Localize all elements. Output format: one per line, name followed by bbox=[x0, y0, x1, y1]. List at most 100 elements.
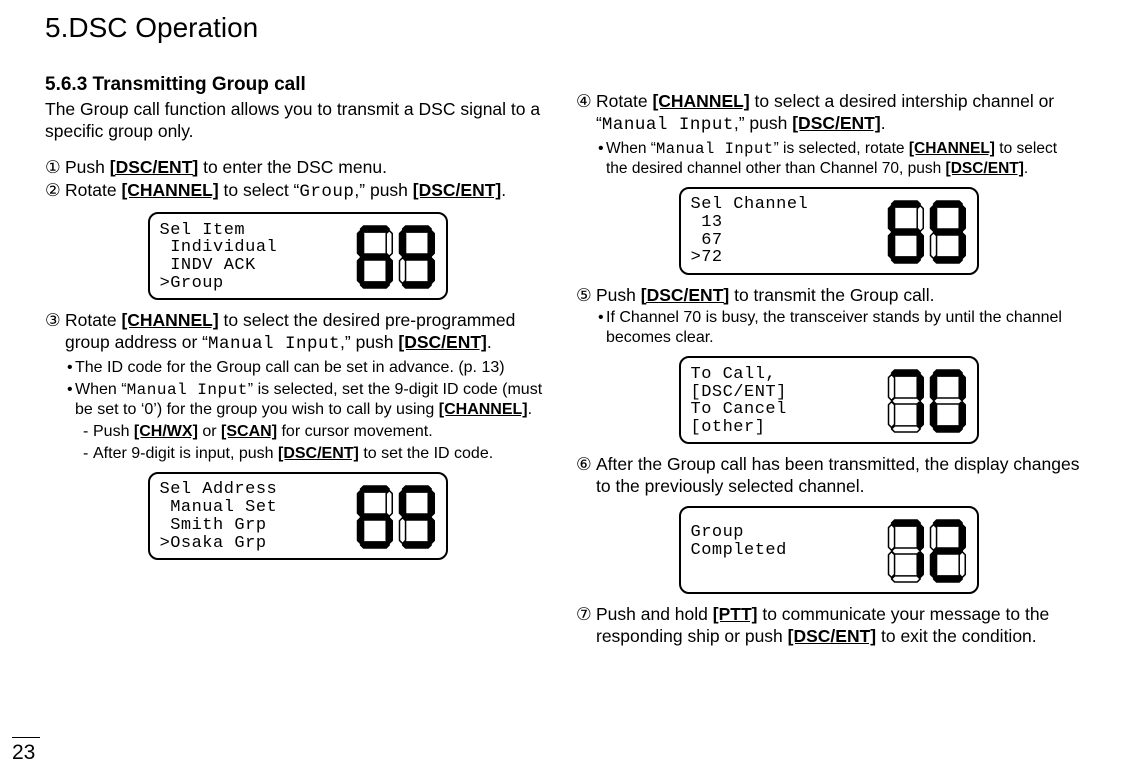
seven-segment-digit bbox=[929, 367, 967, 435]
lcd-display-5: Group Completed bbox=[679, 506, 979, 594]
seven-segment-digit bbox=[398, 483, 436, 551]
lcd-text: Sel Item Individual INDV ACK ˃Group bbox=[160, 222, 278, 293]
channel-key: [CHANNEL] bbox=[121, 180, 218, 200]
lcd-text: Sel Channel 13 67 ˃72 bbox=[691, 196, 809, 267]
bullet-dot: • bbox=[596, 139, 606, 179]
text: If Channel 70 is busy, the transceiver s… bbox=[606, 308, 1081, 348]
ptt-key: [PTT] bbox=[713, 604, 758, 624]
text: . bbox=[881, 113, 886, 133]
channel-key: [CHANNEL] bbox=[121, 310, 218, 330]
text: to select “ bbox=[219, 180, 300, 200]
lcd-display-4: To Call, [DSC/ENT] To Cancel [other] bbox=[679, 356, 979, 444]
mono-group: Group bbox=[299, 182, 354, 202]
step-2: ② Rotate [CHANNEL] to select “Group,” pu… bbox=[45, 180, 550, 204]
step-number: ⑥ bbox=[576, 454, 596, 498]
lcd-text: To Call, [DSC/ENT] To Cancel [other] bbox=[691, 366, 787, 437]
dash-item: - After 9-digit is input, push [DSC/ENT]… bbox=[75, 444, 550, 464]
step-1: ① Push [DSC/ENT] to enter the DSC menu. bbox=[45, 157, 550, 179]
text: or bbox=[198, 423, 221, 440]
text: to set the ID code. bbox=[359, 445, 493, 462]
lcd-channel-number bbox=[887, 198, 967, 266]
text: When “ bbox=[606, 140, 656, 157]
text: . bbox=[487, 332, 492, 352]
step-number: ⑦ bbox=[576, 604, 596, 648]
text: to exit the condition. bbox=[876, 626, 1037, 646]
dsc-ent-key: [DSC/ENT] bbox=[110, 157, 198, 177]
text: . bbox=[1024, 160, 1028, 177]
step-3: ③ Rotate [CHANNEL] to select the desired… bbox=[45, 310, 550, 464]
text: for cursor movement. bbox=[277, 423, 433, 440]
text: to enter the DSC menu. bbox=[198, 157, 387, 177]
step-number: ③ bbox=[45, 310, 65, 464]
dsc-ent-key: [DSC/ENT] bbox=[641, 285, 729, 305]
lcd-display-3: Sel Channel 13 67 ˃72 bbox=[679, 187, 979, 275]
text: After 9-digit is input, push bbox=[93, 445, 278, 462]
dash: - bbox=[83, 422, 93, 442]
right-column: ④ Rotate [CHANNEL] to select a desired i… bbox=[576, 73, 1081, 648]
dash-item: - Push [CH/WX] or [SCAN] for cursor move… bbox=[75, 422, 550, 442]
step-number: ② bbox=[45, 180, 65, 204]
channel-key: [CHANNEL] bbox=[652, 91, 749, 111]
page-number: 23 bbox=[12, 737, 40, 766]
text: After the Group call has been transmitte… bbox=[596, 454, 1081, 498]
bullet: • If Channel 70 is busy, the transceiver… bbox=[596, 308, 1081, 348]
seven-segment-digit bbox=[887, 367, 925, 435]
text: Rotate bbox=[596, 91, 652, 111]
chwx-key: [CH/WX] bbox=[134, 423, 198, 440]
dsc-ent-key: [DSC/ENT] bbox=[413, 180, 501, 200]
bullet: • When “Manual Input” is selected, set t… bbox=[65, 380, 550, 464]
lcd-display-2: Sel Address Manual Set Smith Grp ˃Osaka … bbox=[148, 472, 448, 560]
text: . bbox=[528, 401, 532, 418]
channel-key: [CHANNEL] bbox=[439, 401, 528, 418]
text: ,” push bbox=[354, 180, 412, 200]
dsc-ent-key: [DSC/ENT] bbox=[792, 113, 880, 133]
text: Rotate bbox=[65, 180, 121, 200]
channel-key: [CHANNEL] bbox=[909, 140, 995, 157]
lcd-channel-number bbox=[356, 223, 436, 291]
text: Push bbox=[93, 423, 134, 440]
text: Push and hold bbox=[596, 604, 713, 624]
seven-segment-digit bbox=[887, 198, 925, 266]
lcd-display-1: Sel Item Individual INDV ACK ˃Group bbox=[148, 212, 448, 300]
mono-manual-input: Manual Input bbox=[127, 381, 248, 399]
intro-text: The Group call function allows you to tr… bbox=[45, 99, 550, 143]
step-number: ④ bbox=[576, 91, 596, 179]
bullet-dot: • bbox=[596, 308, 606, 348]
bullet-dot: • bbox=[65, 358, 75, 378]
lcd-channel-number bbox=[356, 483, 436, 551]
seven-segment-digit bbox=[929, 198, 967, 266]
lcd-channel-number bbox=[887, 517, 967, 585]
dsc-ent-key: [DSC/ENT] bbox=[278, 445, 359, 462]
seven-segment-digit bbox=[887, 517, 925, 585]
dsc-ent-key: [DSC/ENT] bbox=[788, 626, 876, 646]
text: . bbox=[501, 180, 506, 200]
dash: - bbox=[83, 444, 93, 464]
step-7: ⑦ Push and hold [PTT] to communicate you… bbox=[576, 604, 1081, 648]
text: Rotate bbox=[65, 310, 121, 330]
seven-segment-digit bbox=[356, 223, 394, 291]
mono-manual-input: Manual Input bbox=[602, 115, 734, 135]
bullet-dot: • bbox=[65, 380, 75, 464]
seven-segment-digit bbox=[398, 223, 436, 291]
step-4: ④ Rotate [CHANNEL] to select a desired i… bbox=[576, 91, 1081, 179]
text: Push bbox=[596, 285, 641, 305]
text: The ID code for the Group call can be se… bbox=[75, 358, 550, 378]
lcd-text: Group Completed bbox=[691, 524, 787, 578]
step-6: ⑥ After the Group call has been transmit… bbox=[576, 454, 1081, 498]
text: to transmit the Group call. bbox=[729, 285, 934, 305]
left-column: 5.6.3 Transmitting Group call The Group … bbox=[45, 73, 550, 648]
mono-manual-input: Manual Input bbox=[656, 140, 774, 158]
step-number: ① bbox=[45, 157, 65, 179]
seven-segment-digit bbox=[929, 517, 967, 585]
dsc-ent-key: [DSC/ENT] bbox=[398, 332, 486, 352]
text: Push bbox=[65, 157, 110, 177]
dsc-ent-key: [DSC/ENT] bbox=[946, 160, 1024, 177]
text: When “ bbox=[75, 381, 127, 398]
bullet: • When “Manual Input” is selected, rotat… bbox=[596, 139, 1081, 179]
step-5: ⑤ Push [DSC/ENT] to transmit the Group c… bbox=[576, 285, 1081, 349]
mono-manual-input: Manual Input bbox=[208, 334, 340, 354]
chapter-title: 5.DSC Operation bbox=[45, 10, 1093, 45]
step-number: ⑤ bbox=[576, 285, 596, 349]
lcd-text: Sel Address Manual Set Smith Grp ˃Osaka … bbox=[160, 481, 278, 552]
seven-segment-digit bbox=[356, 483, 394, 551]
